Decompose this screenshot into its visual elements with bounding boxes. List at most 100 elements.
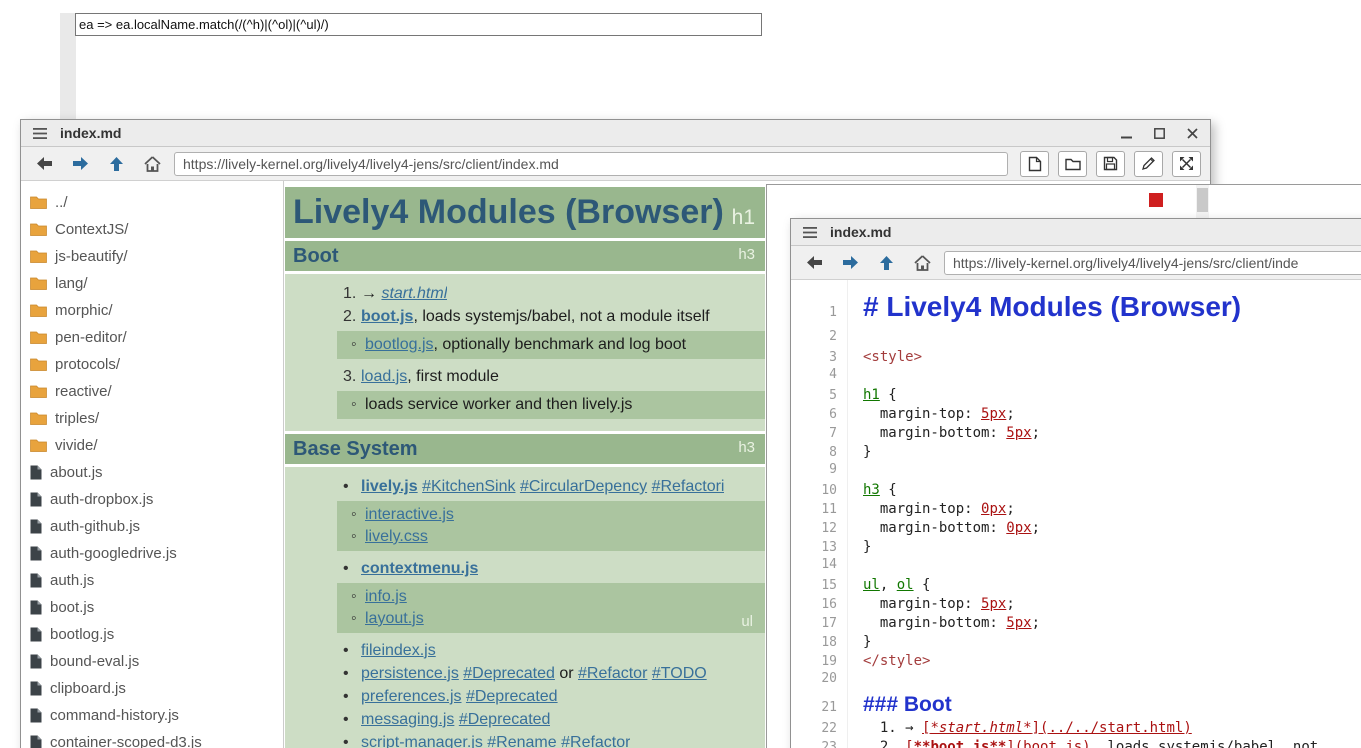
md-link[interactable]: boot.js (361, 308, 413, 325)
code-editor[interactable]: 1# Lively4 Modules (Browser)23<style>45h… (791, 280, 1361, 748)
list-item-text: loads service worker and then lively.js (365, 394, 632, 416)
sidebar-item[interactable]: js-beautify/ (21, 243, 283, 270)
code-token: # Lively4 Modules (Browser) (863, 291, 1241, 322)
maximize-button[interactable] (1152, 126, 1167, 141)
sidebar-item[interactable]: auth.js (21, 567, 283, 594)
code-token: (boot.js) (1015, 739, 1091, 748)
md-link[interactable]: info.js (365, 588, 407, 605)
md-link[interactable]: layout.js (365, 610, 424, 627)
md-link[interactable]: #Deprecated (459, 711, 551, 728)
forward-button[interactable] (836, 250, 864, 276)
sidebar-item[interactable]: auth-googledrive.js (21, 540, 283, 567)
md-link[interactable]: #TODO (652, 665, 707, 682)
line-number: 10 (791, 483, 847, 498)
list-item-text: script-manager.js #Rename #Refactor (361, 731, 630, 748)
vertical-scrollbar[interactable] (1196, 185, 1209, 218)
md-link[interactable]: fileindex.js (361, 642, 436, 659)
sidebar-item[interactable]: triples/ (21, 405, 283, 432)
md-link[interactable]: contextmenu.js (361, 560, 478, 577)
sidebar-item[interactable]: ../ (21, 189, 283, 216)
code-text: margin-top: 5px; (847, 405, 1015, 424)
up-button[interactable] (102, 151, 130, 177)
list-marker: • (343, 685, 361, 708)
sidebar-item[interactable]: reactive/ (21, 378, 283, 405)
md-link[interactable]: preferences.js (361, 688, 462, 705)
sidebar-item[interactable]: boot.js (21, 594, 283, 621)
line-number: 2 (791, 329, 847, 344)
nested-list-item: ◦bootlog.js, optionally benchmark and lo… (337, 334, 765, 356)
sidebar-item[interactable]: pen-editor/ (21, 324, 283, 351)
close-button[interactable] (1185, 126, 1200, 141)
up-button[interactable] (872, 250, 900, 276)
code-line: 21### Boot (791, 690, 1361, 719)
code-text: margin-bottom: 0px; (847, 519, 1040, 538)
edit-button[interactable] (1134, 151, 1163, 177)
save-button[interactable] (1096, 151, 1125, 177)
sidebar-item[interactable]: clipboard.js (21, 675, 283, 702)
home-button[interactable] (908, 250, 936, 276)
fullscreen-button[interactable] (1172, 151, 1201, 177)
md-link[interactable]: script-manager.js (361, 734, 483, 748)
scrollbar-thumb[interactable] (1197, 188, 1208, 212)
sidebar-item[interactable]: lang/ (21, 270, 283, 297)
md-link[interactable]: start.html (381, 285, 447, 302)
window-titlebar[interactable]: index.md (21, 120, 1210, 147)
md-link[interactable]: messaging.js (361, 711, 454, 728)
code-token: } (863, 634, 871, 650)
scratch-expression-input[interactable] (75, 13, 762, 36)
sidebar-item[interactable]: bootlog.js (21, 621, 283, 648)
line-number: 23 (791, 740, 847, 748)
md-link[interactable]: bootlog.js (365, 336, 434, 353)
code-token: systemjs (1158, 739, 1225, 748)
file-icon (30, 681, 42, 696)
md-link[interactable]: #Refactori (652, 478, 725, 495)
md-link[interactable]: persistence.js (361, 665, 459, 682)
md-link[interactable]: #Deprecated (463, 665, 555, 682)
forward-button[interactable] (66, 151, 94, 177)
minimize-button[interactable] (1119, 126, 1134, 141)
sidebar-item[interactable]: about.js (21, 459, 283, 486)
heading-text: Lively4 Modules (Browser) (293, 193, 724, 231)
code-line: 14 (791, 557, 1361, 576)
url-input[interactable] (174, 152, 1008, 176)
md-link[interactable]: #Rename (487, 734, 556, 748)
code-token: *start.html* (930, 720, 1031, 736)
code-line: 22 1. → [*start.html*](../../start.html) (791, 719, 1361, 738)
home-button[interactable] (138, 151, 166, 177)
sidebar-item[interactable]: protocols/ (21, 351, 283, 378)
window-titlebar[interactable]: index.md (791, 219, 1361, 246)
line-number: 19 (791, 654, 847, 669)
md-link[interactable]: lively.js (361, 478, 418, 495)
back-button[interactable] (800, 250, 828, 276)
file-icon (30, 600, 42, 615)
sidebar-item[interactable]: auth-github.js (21, 513, 283, 540)
md-link[interactable]: #Refactor (578, 665, 647, 682)
sidebar-item[interactable]: auth-dropbox.js (21, 486, 283, 513)
code-line: 17 margin-bottom: 5px; (791, 614, 1361, 633)
window-menu-icon[interactable] (801, 225, 819, 240)
sidebar-item[interactable]: command-history.js (21, 702, 283, 729)
md-link[interactable]: #KitchenSink (422, 478, 515, 495)
file-icon (30, 492, 42, 507)
sidebar-item[interactable]: vivide/ (21, 432, 283, 459)
open-folder-button[interactable] (1058, 151, 1087, 177)
list-item-text: persistence.js #Deprecated or #Refactor … (361, 662, 707, 685)
url-input[interactable] (944, 251, 1361, 275)
md-link[interactable]: load.js (361, 368, 407, 385)
list-item-text: boot.js, loads systemjs/babel, not a mod… (361, 305, 710, 328)
window-menu-icon[interactable] (31, 126, 49, 141)
list-marker: ◦ (351, 526, 365, 548)
new-file-button[interactable] (1020, 151, 1049, 177)
sidebar-item[interactable]: container-scoped-d3.js (21, 729, 283, 748)
sidebar-item[interactable]: morphic/ (21, 297, 283, 324)
md-link[interactable]: #CircularDepency (520, 478, 647, 495)
code-line: 3<style> (791, 348, 1361, 367)
sidebar-item[interactable]: bound-eval.js (21, 648, 283, 675)
md-link[interactable]: interactive.js (365, 506, 454, 523)
md-link[interactable]: lively.css (365, 528, 428, 545)
sidebar-item[interactable]: ContextJS/ (21, 216, 283, 243)
code-token: ] (1006, 739, 1014, 748)
md-link[interactable]: #Refactor (561, 734, 630, 748)
md-link[interactable]: #Deprecated (466, 688, 558, 705)
back-button[interactable] (30, 151, 58, 177)
